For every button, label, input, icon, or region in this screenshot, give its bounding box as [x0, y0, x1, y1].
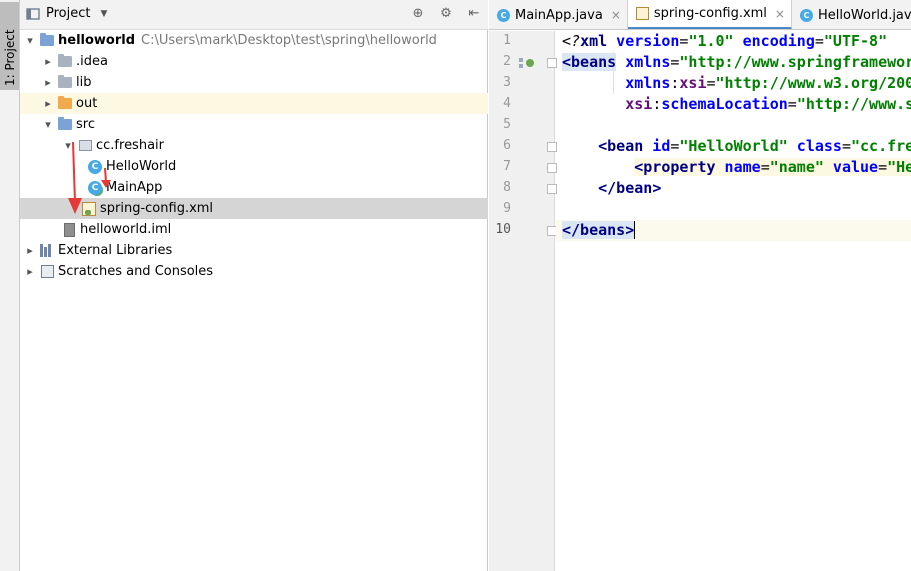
- tab-label: MainApp.java: [515, 7, 603, 23]
- source-folder-icon: [56, 117, 74, 133]
- tree-item-label: helloworld: [58, 33, 136, 48]
- tree-item-out[interactable]: ▸ out: [20, 93, 488, 114]
- code-line-7: <property name="name" value="Hello World…: [556, 157, 911, 178]
- tree-item-label: spring-config.xml: [100, 201, 214, 216]
- tree-item-label: HelloWorld: [106, 159, 177, 174]
- chevron-down-icon[interactable]: ▾: [22, 34, 38, 47]
- project-panel: Project ▼ ⊕ ⚙ ⇤ ▾ helloworld C:\Users\ma…: [20, 0, 488, 571]
- line-number: 4: [503, 96, 511, 111]
- tree-item-iml[interactable]: helloworld.iml: [20, 219, 488, 240]
- line-number: 6: [503, 138, 511, 153]
- scratches-icon: [38, 264, 56, 280]
- iml-file-icon: [60, 222, 78, 238]
- tree-item-label: External Libraries: [58, 243, 173, 258]
- chevron-right-icon[interactable]: ▸: [22, 265, 38, 278]
- tree-item-external-libraries[interactable]: ▸ External Libraries: [20, 240, 488, 261]
- close-icon[interactable]: ×: [775, 7, 785, 21]
- code-line-10: </beans>​: [556, 220, 911, 241]
- spring-xml-icon: [635, 7, 649, 20]
- folder-icon: [56, 54, 74, 70]
- line-number: 3: [503, 75, 511, 90]
- chevron-down-icon: ▼: [100, 8, 108, 19]
- line-number: 7: [503, 159, 511, 174]
- line-number: 5: [503, 117, 511, 132]
- tree-item-idea[interactable]: ▸ .idea: [20, 51, 488, 72]
- chevron-right-icon[interactable]: ▸: [40, 76, 56, 89]
- editor-tabs: C MainApp.java × spring-config.xml × C H…: [489, 0, 911, 30]
- folder-icon: [56, 75, 74, 91]
- project-view-icon: [26, 7, 40, 20]
- line-number: 10: [495, 222, 511, 237]
- line-number: 9: [503, 201, 511, 216]
- module-path: C:\Users\mark\Desktop\test\spring\hellow…: [141, 33, 437, 48]
- line-number: 2: [503, 54, 511, 69]
- tree-item-label: out: [76, 96, 98, 111]
- tree-item-scratches[interactable]: ▸ Scratches and Consoles: [20, 261, 488, 282]
- tab-label: spring-config.xml: [653, 6, 767, 21]
- chevron-down-icon[interactable]: ▾: [40, 118, 56, 131]
- editor-gutter: 1 2 3 4 5 6 7 8 9 10: [489, 31, 557, 571]
- tab-label: HelloWorld.java: [817, 7, 911, 23]
- tree-item-label: MainApp: [106, 180, 163, 195]
- editor-area: C MainApp.java × spring-config.xml × C H…: [489, 0, 911, 571]
- code-line-6: <bean id="HelloWorld" class="cc.freshair…: [598, 137, 911, 155]
- code-line-3: xmlns:xsi="http://www.w3.org/2001/XMLSch…: [625, 74, 911, 92]
- hide-panel-icon[interactable]: ⇤: [466, 6, 482, 22]
- tree-item-lib[interactable]: ▸ lib: [20, 72, 488, 93]
- project-tree: ▾ helloworld C:\Users\mark\Desktop\test\…: [20, 30, 488, 282]
- tree-item-label: lib: [76, 75, 92, 90]
- left-tool-strip: 1: Project: [0, 0, 20, 571]
- library-icon: [38, 243, 56, 259]
- project-view-selector[interactable]: Project ▼: [26, 6, 107, 21]
- spring-bean-gutter-icon[interactable]: [519, 57, 535, 69]
- chevron-right-icon[interactable]: ▸: [22, 244, 38, 257]
- code-line-4: xsi:schemaLocation="http://www.springfra…: [625, 95, 911, 113]
- project-tool-tab[interactable]: 1: Project: [0, 2, 20, 90]
- scroll-from-source-icon[interactable]: ⊕: [410, 6, 426, 22]
- module-folder-icon: [38, 33, 56, 49]
- tree-item-label: cc.freshair: [96, 138, 164, 153]
- tree-item-helloworld[interactable]: ▾ helloworld C:\Users\mark\Desktop\test\…: [20, 30, 488, 51]
- project-panel-header: Project ▼ ⊕ ⚙ ⇤: [20, 0, 488, 30]
- code-line-2: <beans xmlns="http://www.springframework…: [562, 53, 911, 71]
- gear-icon[interactable]: ⚙: [438, 6, 454, 22]
- tree-item-helloworld-class[interactable]: C HelloWorld: [20, 156, 488, 177]
- code-editor[interactable]: <?xml version="1.0" encoding="UTF-8" <be…: [556, 31, 911, 571]
- tab-helloworld-java[interactable]: C HelloWorld.java ×: [792, 0, 911, 29]
- java-class-icon: C: [799, 8, 813, 22]
- tree-item-spring-config[interactable]: spring-config.xml: [20, 198, 488, 219]
- tab-mainapp-java[interactable]: C MainApp.java ×: [489, 0, 628, 29]
- tree-item-label: helloworld.iml: [80, 222, 172, 237]
- chevron-right-icon[interactable]: ▸: [40, 55, 56, 68]
- tree-item-label: Scratches and Consoles: [58, 264, 214, 279]
- close-icon[interactable]: ×: [611, 8, 621, 22]
- tree-item-mainapp-class[interactable]: C MainApp: [20, 177, 488, 198]
- tree-item-label: src: [76, 117, 95, 132]
- tab-spring-config-xml[interactable]: spring-config.xml ×: [627, 0, 792, 29]
- annotation-arrow-short: [101, 167, 111, 188]
- line-number: 8: [503, 180, 511, 195]
- java-class-icon: C: [497, 8, 510, 22]
- tree-item-label: .idea: [76, 54, 108, 69]
- chevron-right-icon[interactable]: ▸: [40, 97, 56, 110]
- code-line-1: <?xml version="1.0" encoding="UTF-8": [562, 32, 888, 50]
- line-number: 1: [503, 33, 511, 48]
- annotation-arrow-long: [68, 141, 82, 214]
- tree-item-src[interactable]: ▾ src: [20, 114, 488, 135]
- project-panel-title: Project: [46, 6, 91, 21]
- excluded-folder-icon: [56, 96, 74, 112]
- project-tool-tab-label: 1: Project: [3, 29, 17, 86]
- code-line-8: </bean>: [598, 179, 662, 197]
- tree-item-package[interactable]: ▾ cc.freshair: [20, 135, 488, 156]
